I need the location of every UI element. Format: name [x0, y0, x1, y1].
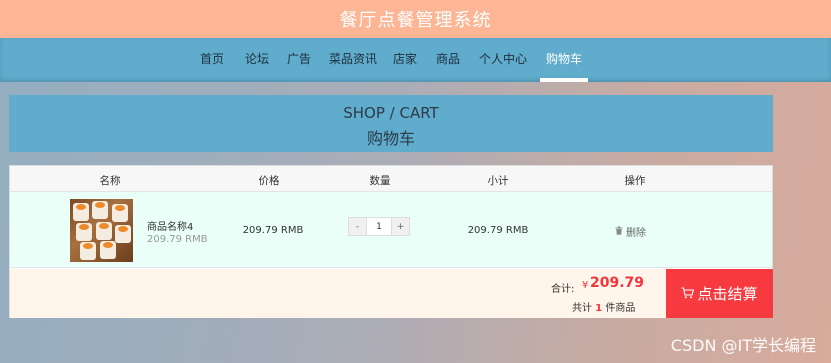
banner-title-en: SHOP / CART [343, 104, 439, 122]
top-header: 餐厅点餐管理系统 [0, 0, 831, 38]
delete-button[interactable]: 删除 [615, 224, 646, 239]
item-subtotal: 209.79 RMB [467, 225, 529, 236]
item-count: 共计 1 件商品 [572, 299, 635, 314]
quantity-stepper: - 1 + [348, 217, 410, 236]
nav-item-ads[interactable]: 广告 [287, 50, 311, 67]
nav-active-indicator [540, 78, 588, 82]
column-header-quantity: 数量 [369, 175, 391, 187]
cart-table: 名称 价格 数量 小计 操作 商品名称4 209.79 RMB 209.79 R… [9, 165, 773, 318]
banner-title-cn: 购物车 [366, 129, 415, 148]
column-header-price: 价格 [258, 175, 280, 187]
cart-icon [681, 285, 695, 303]
nav-item-profile[interactable]: 个人中心 [479, 50, 527, 67]
item-count-number: 1 [595, 303, 603, 314]
nav-item-stores[interactable]: 店家 [393, 50, 417, 67]
column-header-actions: 操作 [624, 175, 646, 187]
cart-item-row: 商品名称4 209.79 RMB 209.79 RMB - 1 + 209.79… [10, 192, 772, 268]
item-count-prefix: 共计 [572, 303, 592, 314]
decrement-button[interactable]: - [348, 217, 367, 236]
item-price: 209.79 RMB [242, 225, 304, 236]
total-amount: 209.79 [590, 275, 645, 291]
nav-item-products[interactable]: 商品 [436, 50, 460, 67]
increment-button[interactable]: + [391, 217, 410, 236]
nav-item-cart[interactable]: 购物车 [546, 50, 582, 67]
cart-header-row: 名称 价格 数量 小计 操作 [10, 166, 772, 192]
item-count-suffix: 件商品 [605, 303, 636, 314]
main-navbar: 首页 论坛 广告 菜品资讯 店家 商品 个人中心 购物车 [0, 38, 831, 82]
delete-label: 删除 [626, 228, 646, 239]
column-header-name: 名称 [99, 175, 121, 187]
currency-symbol: ¥ [582, 280, 589, 291]
trash-icon [615, 225, 623, 238]
nav-item-forum[interactable]: 论坛 [245, 50, 269, 67]
app-title: 餐厅点餐管理系统 [339, 10, 492, 31]
product-unit-price: 209.79 RMB [147, 234, 208, 245]
product-image[interactable] [70, 199, 133, 262]
quantity-input[interactable]: 1 [367, 217, 391, 236]
checkout-label: 点击结算 [697, 285, 758, 303]
cart-footer: 合计: ¥ 209.79 共计 1 件商品 点击结算 [10, 269, 773, 318]
checkout-button[interactable]: 点击结算 [666, 269, 773, 318]
nav-item-home[interactable]: 首页 [200, 50, 224, 67]
column-header-subtotal: 小计 [487, 175, 509, 187]
watermark: CSDN @IT学长编程 [670, 336, 816, 355]
total-label: 合计: [551, 284, 575, 295]
nav-item-dish-news[interactable]: 菜品资讯 [329, 50, 377, 67]
page-banner: SHOP / CART 购物车 [9, 95, 773, 152]
nav-list: 首页 论坛 广告 菜品资讯 店家 商品 个人中心 购物车 [0, 38, 831, 82]
product-name[interactable]: 商品名称4 [147, 218, 193, 233]
